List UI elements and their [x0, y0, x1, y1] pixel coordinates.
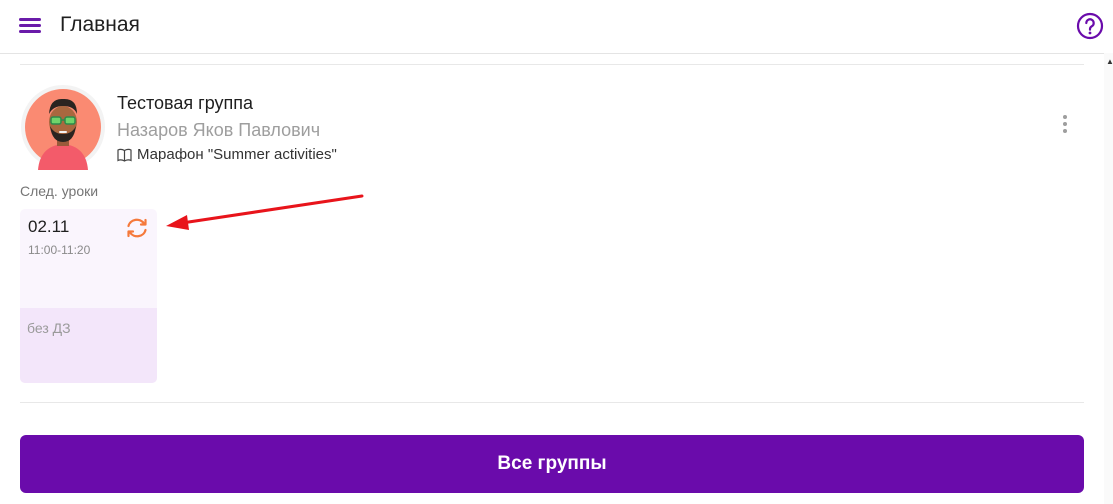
course-label: Марафон "Summer activities" [137, 146, 337, 163]
scrollbar[interactable] [1104, 53, 1113, 504]
teacher-name: Назаров Яков Павлович [117, 120, 321, 140]
lesson-time: 11:00-11:20 [28, 243, 91, 257]
group-avatar [21, 85, 105, 170]
lesson-card[interactable]: 02.11 11:00-11:20 без ДЗ [20, 209, 157, 383]
top-app-bar: Главная [0, 0, 1104, 54]
lesson-date: 02.11 [28, 217, 70, 236]
book-icon [117, 148, 132, 162]
divider-bottom [20, 402, 1084, 403]
group-name: Тестовая группа [117, 93, 254, 113]
all-groups-button[interactable]: Все группы [20, 435, 1084, 493]
kebab-menu-icon[interactable] [1058, 115, 1072, 139]
reschedule-icon[interactable] [125, 217, 149, 239]
scroll-up-arrow-icon[interactable]: ▲ [1106, 57, 1113, 66]
course-name: Марафон "Summer activities" [117, 146, 337, 163]
hamburger-menu-icon[interactable] [19, 18, 41, 34]
question-circle-icon[interactable] [1076, 12, 1104, 40]
page-title: Главная [60, 13, 140, 36]
divider-top [20, 64, 1084, 65]
next-lessons-label: След. уроки [20, 183, 99, 199]
lesson-homework-status: без ДЗ [27, 320, 71, 336]
annotation-arrow [166, 194, 364, 230]
